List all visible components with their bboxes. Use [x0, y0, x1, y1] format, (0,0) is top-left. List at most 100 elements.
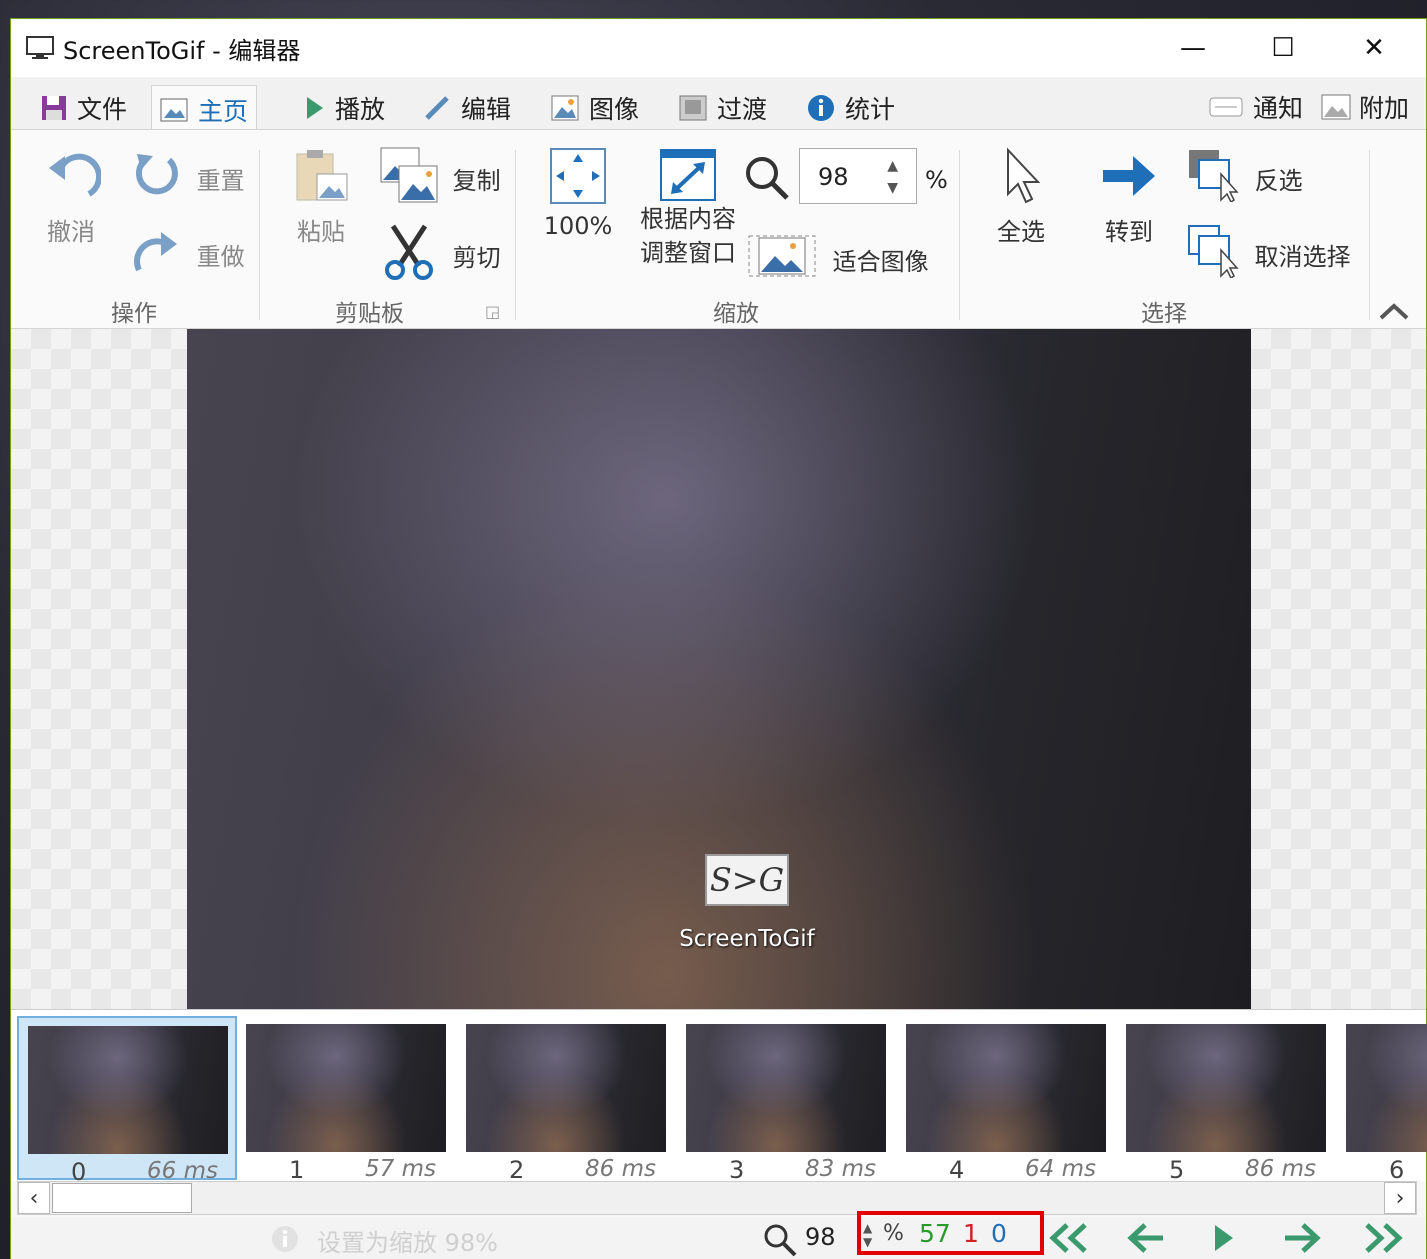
zoom-100-button[interactable]: 100%: [543, 146, 613, 240]
copy-label: 复制: [452, 166, 501, 195]
extras-label: 附加: [1359, 94, 1410, 123]
undo-button[interactable]: 撤消: [41, 146, 103, 247]
current-frame-image: S>G ScreenToGif: [187, 329, 1251, 1009]
redo-button[interactable]: 重做: [129, 224, 269, 284]
frame-thumbnail[interactable]: 0 66 ms: [17, 1016, 237, 1186]
tab-statistics[interactable]: 统计: [799, 85, 903, 131]
tab-transitions[interactable]: 过渡: [671, 85, 775, 131]
first-frame-button[interactable]: [1045, 1221, 1091, 1259]
tab-image[interactable]: 图像: [543, 85, 647, 131]
select-all-button[interactable]: 全选: [989, 146, 1053, 247]
frame-preview: [466, 1024, 666, 1152]
status-zoom-value[interactable]: 98: [805, 1223, 836, 1251]
frame-thumbnail[interactable]: 3 83 ms: [677, 1016, 897, 1184]
arrow-right-icon: [1283, 1223, 1323, 1259]
scroll-left-arrow[interactable]: ‹: [18, 1182, 50, 1214]
group-label-zoom: 缩放: [713, 301, 759, 327]
frame-preview: [686, 1024, 886, 1152]
ribbon-separator: [1369, 150, 1370, 320]
zoom-value: 98: [818, 163, 849, 191]
tab-home[interactable]: 主页: [151, 85, 258, 133]
minimize-button[interactable]: —: [1148, 19, 1238, 77]
cut-label: 剪切: [452, 243, 501, 272]
tab-label: 文件: [77, 95, 128, 124]
ribbon-separator: [515, 150, 516, 320]
tab-label: 编辑: [461, 95, 512, 124]
frame-duration: 83 ms: [805, 1156, 876, 1182]
tab-label: 过渡: [717, 95, 768, 124]
close-button[interactable]: ✕: [1329, 19, 1419, 77]
frame-list: 0 66 ms 1 57 ms 2 86 ms 3 83 ms 4 64 ms …: [11, 1009, 1427, 1186]
ribbon-separator: [259, 150, 260, 320]
screentogif-logo: S>G: [705, 854, 789, 906]
double-arrow-left-icon: [1045, 1223, 1091, 1259]
tab-label: 统计: [845, 95, 896, 124]
frame-canvas[interactable]: S>G ScreenToGif: [11, 329, 1426, 1009]
frame-thumbnail[interactable]: 4 64 ms: [897, 1016, 1117, 1184]
frame-thumbnail[interactable]: 5 86 ms: [1117, 1016, 1337, 1184]
frame-index: 2: [509, 1156, 525, 1184]
fit-window-button[interactable]: 根据内容 调整窗口: [633, 148, 743, 270]
next-frame-button[interactable]: [1283, 1221, 1323, 1259]
paste-button[interactable]: 粘贴: [291, 146, 351, 247]
frame-thumbnail[interactable]: 1 57 ms: [237, 1016, 457, 1184]
invert-selection-icon: [1187, 148, 1239, 208]
reset-button[interactable]: 重置: [129, 148, 269, 208]
frame-duration: 57 ms: [365, 1156, 436, 1182]
goto-button[interactable]: 转到: [1097, 146, 1161, 247]
reset-icon: [129, 148, 183, 208]
status-zoom-unit: %: [883, 1221, 904, 1246]
copy-button[interactable]: 复制: [379, 146, 519, 210]
window-title: ScreenToGif - 编辑器: [63, 37, 301, 65]
paste-label: 粘贴: [297, 218, 345, 246]
previous-frame-button[interactable]: [1125, 1221, 1165, 1259]
notification-button[interactable]: 通知: [1209, 87, 1303, 127]
monitor-icon: [25, 35, 55, 61]
magnifier-icon: [763, 1223, 797, 1259]
fit-image-label: 适合图像: [832, 247, 929, 276]
redo-label: 重做: [196, 242, 245, 271]
collapse-ribbon-icon[interactable]: [1377, 298, 1411, 326]
tab-play[interactable]: 播放: [297, 85, 393, 131]
invert-selection-button[interactable]: 反选: [1187, 148, 1387, 208]
frame-thumbnail[interactable]: 2 86 ms: [457, 1016, 677, 1184]
ribbon-panel: 撤消 重置 重做 操作 粘贴 复制 剪切 剪贴板 ◲ 100% 根据内容 调整窗…: [11, 129, 1426, 329]
deselect-button[interactable]: 取消选择: [1187, 224, 1387, 284]
picture-icon: [551, 95, 579, 121]
zoom-input[interactable]: 98 ▲ ▼: [799, 148, 917, 204]
extras-button[interactable]: 附加: [1321, 87, 1409, 127]
deselect-label: 取消选择: [1254, 242, 1351, 271]
frame-preview: [1346, 1024, 1427, 1152]
title-bar: ScreenToGif - 编辑器 — ☐ ✕: [11, 19, 1426, 77]
tab-label: 播放: [335, 95, 386, 124]
undo-label: 撤消: [47, 218, 95, 246]
fit-window-label-line2: 调整窗口: [640, 239, 736, 267]
fit-image-button[interactable]: 适合图像: [747, 234, 947, 284]
dialog-launcher-icon[interactable]: ◲: [485, 302, 500, 321]
status-bar: 设置为缩放 98% 98 ▲ ▼ % 57 1 0: [11, 1211, 1426, 1259]
status-message: 设置为缩放 98%: [317, 1229, 498, 1257]
last-frame-button[interactable]: [1361, 1221, 1407, 1259]
play-button[interactable]: [1211, 1221, 1237, 1259]
frame-preview: [28, 1026, 228, 1154]
cut-button[interactable]: 剪切: [379, 222, 519, 288]
frame-thumbnail[interactable]: 6: [1337, 1016, 1427, 1180]
double-arrow-right-icon: [1361, 1223, 1407, 1259]
tab-edit[interactable]: 编辑: [415, 85, 519, 131]
invert-selection-label: 反选: [1254, 166, 1303, 195]
scrollbar-thumb[interactable]: [52, 1183, 192, 1213]
info-icon: [807, 94, 835, 122]
filmstrip-scrollbar[interactable]: ‹ ›: [17, 1181, 1417, 1215]
tab-file[interactable]: 文件: [33, 85, 135, 131]
zoom-spinner[interactable]: ▲ ▼: [887, 155, 898, 199]
zoom-spinner[interactable]: ▲ ▼: [863, 1221, 872, 1249]
frame-counter-highlight: ▲ ▼ % 57 1 0: [857, 1211, 1044, 1255]
editor-window: ScreenToGif - 编辑器 — ☐ ✕ 文件 主页 播放 编辑 图像 过…: [10, 18, 1427, 1259]
select-all-label: 全选: [997, 218, 1045, 246]
frame-index: 3: [729, 1156, 745, 1184]
info-icon: [271, 1225, 299, 1257]
frame-duration: 86 ms: [1245, 1156, 1316, 1182]
group-label-select: 选择: [1141, 301, 1187, 327]
scroll-right-arrow[interactable]: ›: [1384, 1182, 1416, 1214]
maximize-button[interactable]: ☐: [1238, 19, 1328, 77]
